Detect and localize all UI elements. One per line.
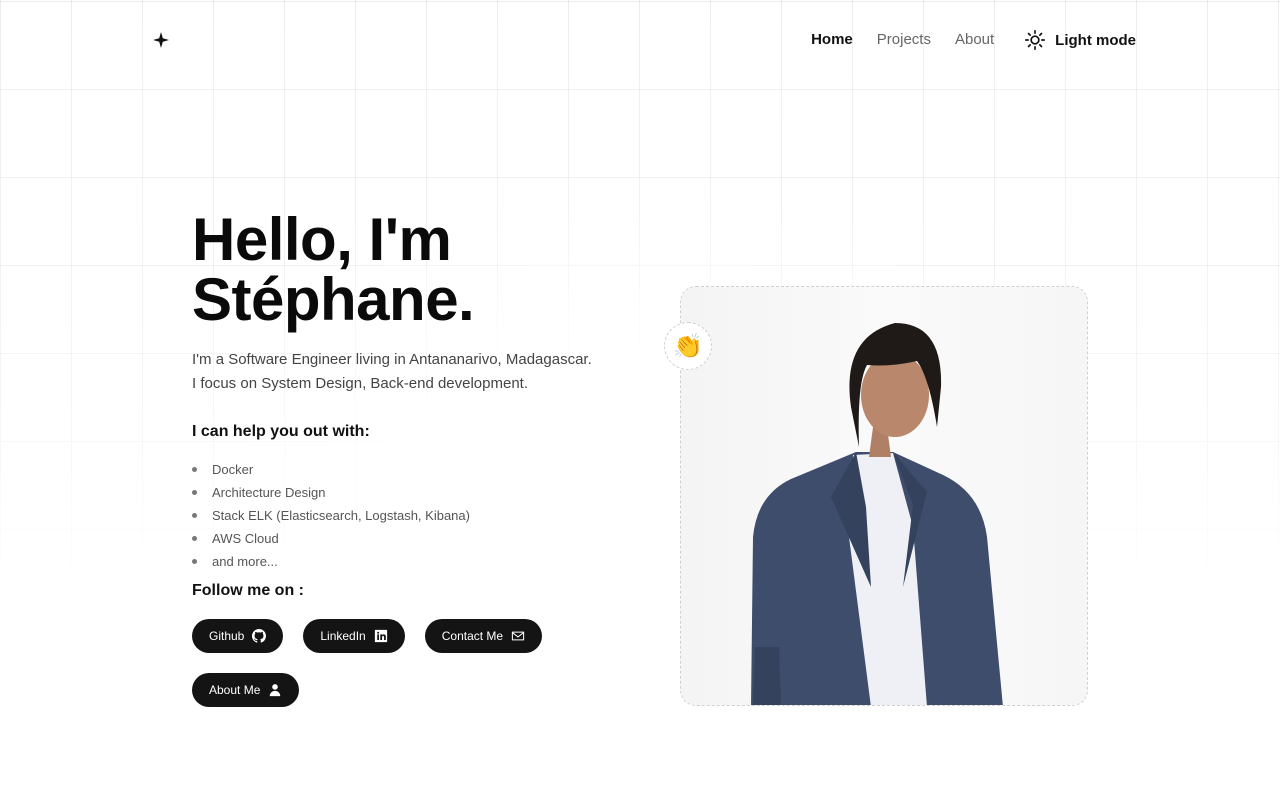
social-buttons: Github LinkedIn Contact Me About Me (192, 619, 612, 727)
hero-title: Hello, I'm Stéphane. (192, 210, 632, 330)
nav-about[interactable]: About (955, 28, 994, 52)
about-me-button[interactable]: About Me (192, 673, 300, 707)
mail-icon (511, 631, 525, 641)
hero-section: Hello, I'm Stéphane. I'm a Software Engi… (192, 210, 632, 727)
main-nav: Home Projects About Light mode (811, 28, 1136, 52)
linkedin-button[interactable]: LinkedIn (303, 619, 405, 653)
nav-projects[interactable]: Projects (877, 28, 931, 52)
about-me-button-label: About Me (209, 683, 261, 697)
linkedin-icon (374, 629, 387, 643)
list-item: and more... (192, 550, 632, 573)
linkedin-button-label: LinkedIn (320, 629, 366, 643)
sparkle-icon[interactable] (152, 31, 170, 49)
github-icon (252, 629, 267, 643)
follow-title: Follow me on : (192, 582, 304, 599)
github-button-label: Github (209, 629, 245, 643)
contact-me-button[interactable]: Contact Me (424, 619, 543, 653)
list-item: Architecture Design (192, 481, 632, 504)
skills-list: Docker Architecture Design Stack ELK (El… (192, 458, 632, 573)
help-title: I can help you out with: (192, 423, 370, 440)
hero-title-line2: Stéphane. (192, 266, 475, 333)
list-item: Stack ELK (Elasticsearch, Logstash, Kiba… (192, 504, 632, 527)
theme-toggle[interactable]: Light mode (1024, 29, 1136, 51)
site-header: Home Projects About Light mode (0, 0, 1280, 80)
contact-me-button-label: Contact Me (441, 629, 504, 643)
theme-toggle-label: Light mode (1055, 31, 1136, 49)
portrait-photo (681, 287, 1087, 705)
nav-home[interactable]: Home (811, 28, 853, 52)
sun-icon (1025, 30, 1046, 50)
hero-intro: I'm a Software Engineer living in Antana… (192, 348, 632, 396)
user-icon (270, 684, 281, 697)
github-button[interactable]: Github (192, 619, 284, 653)
intro-line2: I focus on System Design, Back-end devel… (192, 375, 529, 392)
portrait-card (680, 286, 1088, 706)
wave-emoji-badge: 👏 (664, 322, 712, 370)
hero-title-line1: Hello, I'm (192, 206, 452, 273)
list-item: AWS Cloud (192, 527, 632, 550)
list-item: Docker (192, 458, 632, 481)
intro-line1: I'm a Software Engineer living in Antana… (192, 351, 592, 368)
